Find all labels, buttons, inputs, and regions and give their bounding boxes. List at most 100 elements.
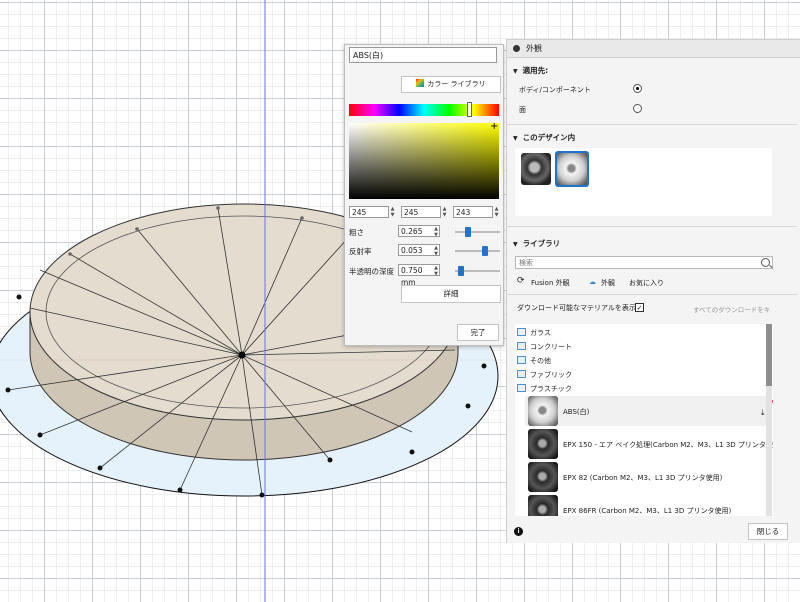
expand-triangle-icon: ▼ [513,135,518,142]
expand-triangle-icon: ▼ [513,241,518,248]
search-placeholder: 検索 [519,259,533,267]
abs-white-swatch[interactable] [555,151,589,187]
body-component-radio[interactable] [633,84,642,93]
folder-concrete[interactable]: コンクリート [517,342,572,352]
hue-slider[interactable] [349,104,499,116]
color-library-label: カラー ライブラリ [427,80,486,88]
search-icon[interactable] [761,258,770,267]
blue-value-field[interactable]: 243 [453,206,493,218]
divider [507,294,797,295]
material-label: EPX 86FR (Carbon M2、M3、L1 3D プリンタ使用) [563,507,732,515]
green-stepper[interactable]: ▲ ▼ [441,206,448,218]
reflectance-label: 反射率 [349,247,372,256]
roughness-field[interactable]: 0.265 ▲ ▼ [398,225,440,238]
translucency-depth-value: 0.750 mm [401,266,423,287]
folder-icon [517,356,526,364]
reflectance-slider-thumb[interactable] [482,246,488,256]
material-item-epx150[interactable]: EPX 150 - エア ベイク処理(Carbon M2、M3、L1 3D プリ… [525,429,773,459]
folder-other[interactable]: その他 [517,356,551,366]
advanced-button[interactable]: 詳細 [401,285,501,303]
dark-material-swatch[interactable] [521,153,551,185]
material-item-abs-white[interactable]: ABS(白) ⤓ [525,396,773,426]
material-library-list: ガラス コンクリート その他 ファブリック プラスチック ABS(白) ⤓ EP… [515,324,773,516]
tab-fusion-appearance[interactable]: Fusion 外観 [531,278,570,288]
saturation-value-field[interactable] [349,123,499,199]
folder-label: その他 [530,357,551,365]
roughness-value: 0.265 [401,227,423,236]
design-materials-box [515,148,772,216]
translucency-depth-label: 半透明の深度 [349,267,394,276]
folder-icon [517,342,526,350]
library-scrollbar[interactable] [766,324,772,516]
folder-label: プラスチック [530,385,572,393]
roughness-label: 粗さ [349,228,364,237]
in-this-design-heading: このデザイン内 [522,133,576,142]
red-value-field[interactable]: 245 [349,206,389,218]
translucency-depth-stepper[interactable]: ▲ ▼ [434,265,438,277]
translucency-depth-slider-thumb[interactable] [458,266,464,276]
reflectance-stepper[interactable]: ▲ ▼ [434,245,438,257]
translucency-depth-field[interactable]: 0.750 mm ▲ ▼ [398,264,440,287]
reflectance-slider[interactable] [455,246,500,256]
download-icon[interactable]: ⤓ [761,408,765,418]
roughness-slider-thumb[interactable] [465,227,471,237]
library-section[interactable]: ▼ ライブラリ [513,238,560,249]
material-item-epx82[interactable]: EPX 82 (Carbon M2、M3、L1 3D プリンタ使用) [525,462,771,492]
blue-stepper[interactable]: ▲ ▼ [493,206,500,218]
apply-to-section[interactable]: ▼ 適用先: [513,65,548,76]
material-label: EPX 150 - エア ベイク処理(Carbon M2、M3、L1 3D プリ… [563,441,773,449]
appearance-panel: 外観 ▼ 適用先: ボディ/コンポーネント 面 ▼ このデザイン内 ▼ ライブラリ 検… [506,39,800,543]
color-crosshair-icon[interactable]: + [490,121,498,132]
expand-triangle-icon: ▼ [513,68,518,75]
library-search-input[interactable]: 検索 [515,256,773,269]
folder-label: ガラス [530,329,551,337]
refresh-icon[interactable]: ⟳ [517,276,525,286]
material-name-input[interactable]: ABS(白) [349,47,497,63]
tab-favorites[interactable]: お気に入り [629,278,664,288]
reflectance-value: 0.053 [401,246,423,255]
show-downloadable-checkbox[interactable]: ✓ [635,303,644,312]
divider [507,124,797,125]
translucency-depth-slider[interactable] [455,266,500,276]
panel-title-bar: 外観 [507,40,800,58]
divider [507,226,797,227]
collapse-panel-icon[interactable] [513,45,520,52]
folder-label: コンクリート [530,343,572,351]
notification-dot [772,400,773,403]
library-heading: ライブラリ [522,239,561,248]
roughness-stepper[interactable]: ▲ ▼ [434,226,438,238]
folder-icon [517,384,526,392]
red-stepper[interactable]: ▲ ▼ [389,206,396,218]
folder-icon [517,328,526,336]
roughness-slider[interactable] [455,227,500,237]
green-value-field[interactable]: 245 [401,206,441,218]
cancel-all-downloads-link[interactable]: すべてのダウンロードをキ [693,304,770,314]
folder-label: ファブリック [530,371,572,379]
center-point[interactable] [238,351,246,359]
scrollbar-thumb[interactable] [766,324,772,386]
folder-fabric[interactable]: ファブリック [517,370,572,380]
close-button[interactable]: 閉じる [748,523,788,540]
cloud-icon: ☁ [589,278,596,286]
apply-to-heading: 適用先: [522,66,549,75]
material-item-epx86fr[interactable]: EPX 86FR (Carbon M2、M3、L1 3D プリンタ使用) [525,495,771,516]
apply-option-body: ボディ/コンポーネント [519,86,591,94]
face-radio[interactable] [633,104,642,113]
apply-option-face: 面 [519,106,526,114]
color-library-button[interactable]: カラー ライブラリ [401,76,501,93]
done-button[interactable]: 完了 [457,324,499,341]
tab-appearance[interactable]: 外観 [601,278,615,288]
palette-icon [416,79,425,87]
in-this-design-section[interactable]: ▼ このデザイン内 [513,132,575,143]
material-thumbnail [528,429,558,459]
material-label: EPX 82 (Carbon M2、M3、L1 3D プリンタ使用) [563,474,723,482]
panel-title: 外観 [526,44,542,53]
info-icon[interactable]: i [514,527,523,536]
hue-slider-thumb[interactable] [467,102,472,117]
folder-icon [517,370,526,378]
folder-glass[interactable]: ガラス [517,328,551,338]
reflectance-field[interactable]: 0.053 ▲ ▼ [398,244,440,257]
color-picker-dialog: ABS(白) カラー ライブラリ + 245 ▲ ▼ 245 ▲ ▼ 243 ▲ ▼ … [344,44,504,346]
material-thumbnail [528,396,558,426]
folder-plastic[interactable]: プラスチック [517,384,572,394]
